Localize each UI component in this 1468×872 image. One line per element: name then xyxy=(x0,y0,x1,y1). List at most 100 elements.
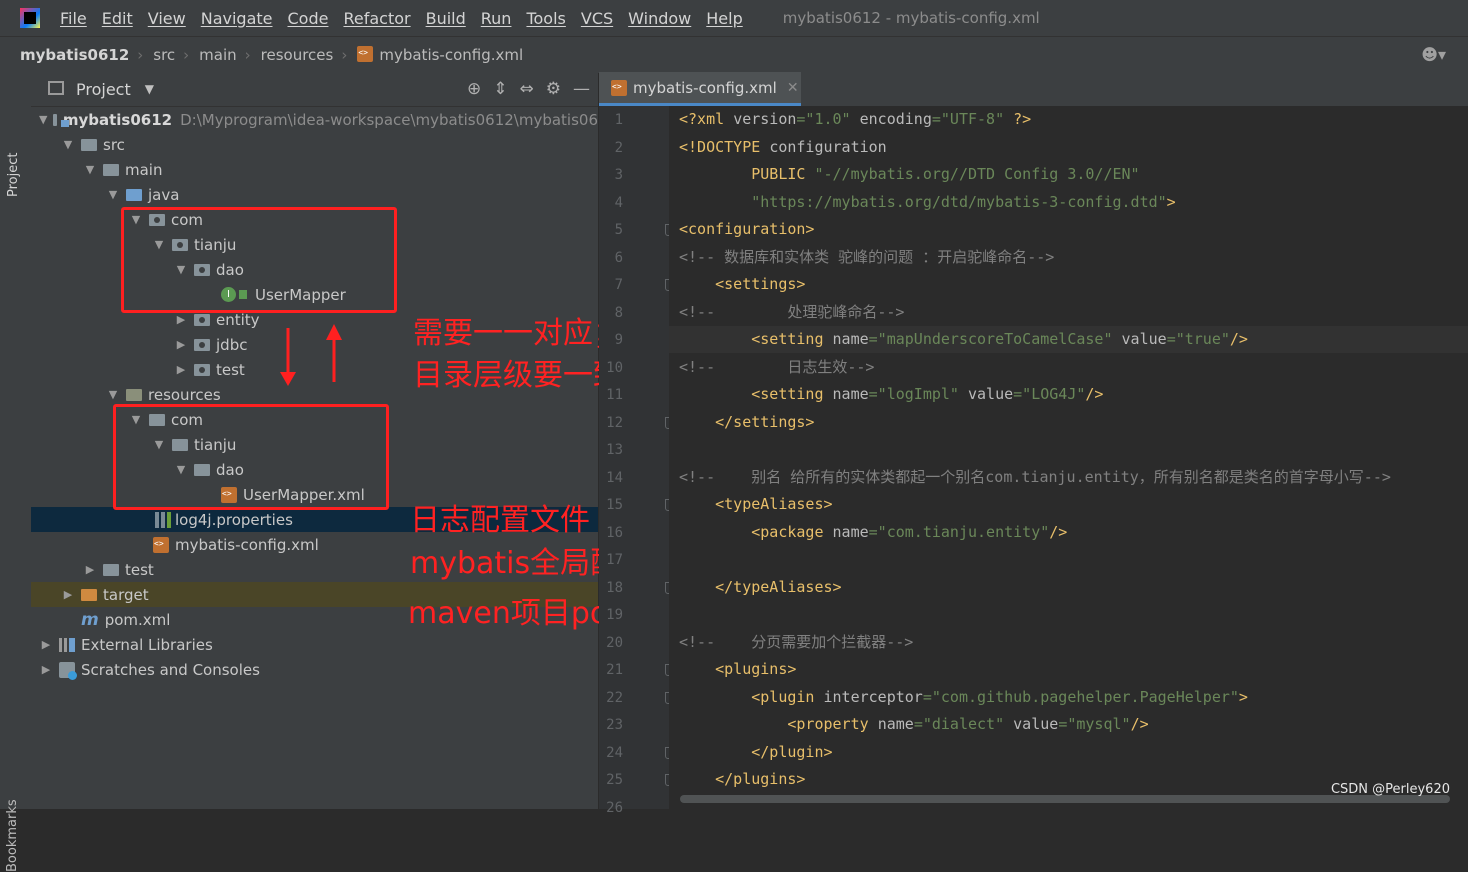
tree-item-label: entity xyxy=(216,310,260,329)
code-token: value xyxy=(1121,330,1167,348)
tree-item-java[interactable]: ▼ java xyxy=(31,182,598,207)
code-line-5: <configuration> xyxy=(679,216,814,243)
maven-icon: m xyxy=(81,609,99,630)
chevron-down-icon[interactable]: ▼ xyxy=(106,388,120,401)
code-line-9: <setting name="mapUnderscoreToCamelCase"… xyxy=(679,326,1248,353)
project-panel-title[interactable]: Project xyxy=(76,80,131,99)
code-token: ="logImpl" xyxy=(868,385,968,403)
project-tool-tab[interactable]: Project xyxy=(6,153,21,197)
menu-navigate[interactable]: Navigate xyxy=(201,9,273,28)
menu-run[interactable]: Run xyxy=(481,9,512,28)
chevron-down-icon[interactable]: ▼ xyxy=(83,163,97,176)
code-token: "https://mybatis.org/dtd/mybatis-3-confi… xyxy=(679,193,1167,211)
tree-item-main[interactable]: ▼ main xyxy=(31,157,598,182)
tree-item-project-root[interactable]: ▼ mybatis0612 D:\Myprogram\idea-workspac… xyxy=(31,107,598,132)
code-token: > xyxy=(1166,193,1176,211)
code-token: <plugins> xyxy=(679,660,797,678)
code-token: ="com.tianju.entity" xyxy=(868,523,1050,541)
chevron-down-icon[interactable]: ▼ xyxy=(145,82,154,96)
chevron-right-icon[interactable]: ▶ xyxy=(174,313,188,326)
line-number: 19 xyxy=(606,607,623,623)
menu-tools[interactable]: Tools xyxy=(526,9,565,28)
breadcrumb-resources[interactable]: resources xyxy=(261,46,334,64)
code-line-22: <plugin interceptor="com.github.pagehelp… xyxy=(679,684,1248,711)
tree-item-label: Scratches and Consoles xyxy=(81,660,260,679)
line-number: 6 xyxy=(614,250,623,266)
code-token: value xyxy=(1013,715,1059,733)
breadcrumb-main[interactable]: main xyxy=(199,46,236,64)
user-account-icon[interactable]: ☻▾ xyxy=(1421,45,1446,64)
intellij-logo-icon xyxy=(20,8,40,28)
line-number: 21 xyxy=(606,662,623,678)
menu-refactor[interactable]: Refactor xyxy=(343,9,410,28)
line-number: 17 xyxy=(606,552,623,568)
line-number: 1 xyxy=(614,112,623,128)
menu-file[interactable]: File xyxy=(60,9,87,28)
breadcrumb-file[interactable]: mybatis-config.xml xyxy=(357,46,523,64)
chevron-right-icon[interactable]: ▶ xyxy=(174,338,188,351)
line-number: 8 xyxy=(614,305,623,321)
tree-item-scratches[interactable]: ▶ Scratches and Consoles xyxy=(31,657,598,682)
code-editor[interactable]: <?xml version="1.0" encoding="UTF-8" ?> … xyxy=(669,106,1468,809)
xml-file-icon xyxy=(357,46,374,62)
line-number: 4 xyxy=(614,195,623,211)
collapse-all-icon[interactable]: ⇔ xyxy=(520,79,534,99)
code-token: ="mapUnderscoreToCamelCase" xyxy=(868,330,1122,348)
chevron-right-icon[interactable]: ▶ xyxy=(174,363,188,376)
menu-build[interactable]: Build xyxy=(426,9,466,28)
code-token: /> xyxy=(1229,330,1248,348)
code-line-16: <package name="com.tianju.entity"/> xyxy=(679,519,1067,546)
gear-icon[interactable]: ⚙ xyxy=(546,79,561,99)
code-token: version xyxy=(733,110,797,128)
code-line-23: <property name="dialect" value="mysql"/> xyxy=(679,711,1149,738)
menu-edit[interactable]: Edit xyxy=(102,9,133,28)
scratches-icon xyxy=(59,661,77,680)
resources-folder-icon xyxy=(126,388,142,401)
chevron-down-icon[interactable]: ▼ xyxy=(39,113,47,126)
tree-item-label: src xyxy=(103,135,125,154)
code-line-4: "https://mybatis.org/dtd/mybatis-3-confi… xyxy=(679,189,1176,216)
annotation-arrows xyxy=(280,324,342,386)
folder-icon xyxy=(81,138,97,151)
line-number: 9 xyxy=(614,332,623,348)
menu-view[interactable]: View xyxy=(148,9,186,28)
locate-icon[interactable]: ⊕ xyxy=(467,79,481,99)
menu-help[interactable]: Help xyxy=(706,9,742,28)
editor-tab-label: mybatis-config.xml xyxy=(633,78,777,97)
chevron-right-icon[interactable]: ▶ xyxy=(83,563,97,576)
xml-file-icon xyxy=(611,79,627,96)
chevron-down-icon[interactable]: ▼ xyxy=(106,188,120,201)
code-token: <setting xyxy=(679,330,833,348)
code-token: ?> xyxy=(1004,110,1032,128)
chevron-right-icon[interactable]: ▶ xyxy=(61,588,75,601)
tree-item-external-libraries[interactable]: ▶ External Libraries xyxy=(31,632,598,657)
tree-item-src[interactable]: ▼ src xyxy=(31,132,598,157)
menu-window[interactable]: Window xyxy=(628,9,691,28)
chevron-right-icon[interactable]: ▶ xyxy=(39,663,53,676)
bookmarks-tool-tab[interactable]: Bookmarks xyxy=(5,799,20,872)
line-number: 15 xyxy=(606,497,623,513)
source-folder-icon xyxy=(126,188,142,201)
code-line-8: <!-- 处理驼峰命名--> xyxy=(679,299,904,326)
menu-vcs[interactable]: VCS xyxy=(581,9,613,28)
chevron-right-icon[interactable]: ▶ xyxy=(39,638,53,651)
line-number: 14 xyxy=(606,470,623,486)
editor-tab-mybatis-config[interactable]: mybatis-config.xml ✕ xyxy=(599,72,801,106)
code-token: interceptor xyxy=(823,688,923,706)
code-token: name xyxy=(832,385,869,403)
code-token: <property xyxy=(679,715,878,733)
chevron-down-icon[interactable]: ▼ xyxy=(61,138,75,151)
breadcrumb-project[interactable]: mybatis0612 xyxy=(20,46,129,64)
code-token: <?xml xyxy=(679,110,734,128)
code-token: /> xyxy=(1130,715,1149,733)
breadcrumb-src[interactable]: src xyxy=(153,46,175,64)
tree-item-label: log4j.properties xyxy=(175,510,293,529)
expand-all-icon[interactable]: ⇕ xyxy=(493,79,507,99)
code-token: ="LOG4J" xyxy=(1013,385,1086,403)
code-line-6: <!-- 数据库和实体类 驼峰的问题 ：开启驼峰命名--> xyxy=(679,244,1054,271)
close-icon[interactable]: ✕ xyxy=(787,80,799,96)
minimize-icon[interactable]: — xyxy=(573,79,590,99)
code-token: > xyxy=(1238,688,1248,706)
code-token: <setting xyxy=(679,385,833,403)
menu-code[interactable]: Code xyxy=(288,9,329,28)
